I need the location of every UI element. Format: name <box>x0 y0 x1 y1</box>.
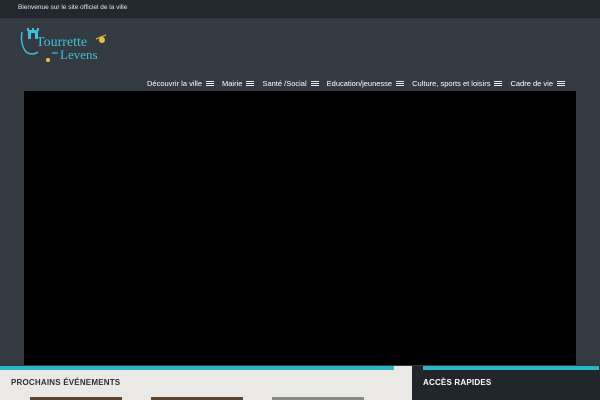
hamburger-menu-icon <box>310 80 319 87</box>
nav-label: Culture, sports et loisirs <box>412 79 491 88</box>
nav-label: Mairie <box>222 79 243 88</box>
nav-label: Santé /Social <box>262 79 307 88</box>
quick-access-title: ACCÈS RAPIDES <box>423 378 492 387</box>
main-nav: Découvrir la ville Mairie Santé /Social … <box>147 79 565 88</box>
hamburger-menu-icon <box>246 80 255 87</box>
hamburger-menu-icon <box>557 80 565 87</box>
video-player[interactable] <box>24 91 576 365</box>
nav-item-mairie[interactable]: Mairie <box>222 79 255 88</box>
nav-label: Découvrir la ville <box>146 79 203 88</box>
top-bar: Bienvenue sur le site officiel de la vil… <box>0 0 600 18</box>
nav-item-cadre[interactable]: Cadre de vie <box>510 79 565 88</box>
hamburger-menu-icon <box>396 80 405 87</box>
hamburger-menu-icon <box>206 80 215 87</box>
nav-item-decouvrir[interactable]: Découvrir la ville <box>146 79 215 88</box>
nav-item-sante[interactable]: Santé /Social <box>262 79 319 88</box>
nav-item-education[interactable]: Education/jeunesse <box>326 79 405 88</box>
welcome-text: Bienvenue sur le site officiel de la vil… <box>18 4 128 11</box>
castle-crest-icon: Tourrette Levens <box>20 28 107 62</box>
nav-item-culture[interactable]: Culture, sports et loisirs <box>412 79 503 88</box>
quick-access-section: ACCÈS RAPIDES <box>412 366 600 400</box>
events-accent-bar <box>0 366 394 370</box>
hamburger-menu-icon <box>494 80 503 87</box>
events-section: PROCHAINS ÉVÉNEMENTS <box>0 366 412 400</box>
events-title: PROCHAINS ÉVÉNEMENTS <box>11 378 121 387</box>
nav-label: Education/jeunesse <box>326 79 393 88</box>
nav-label: Cadre de vie <box>510 79 553 88</box>
site-logo[interactable]: Tourrette Levens <box>18 26 108 62</box>
quick-access-accent-bar <box>423 366 599 370</box>
logo-line2: Levens <box>60 47 98 62</box>
